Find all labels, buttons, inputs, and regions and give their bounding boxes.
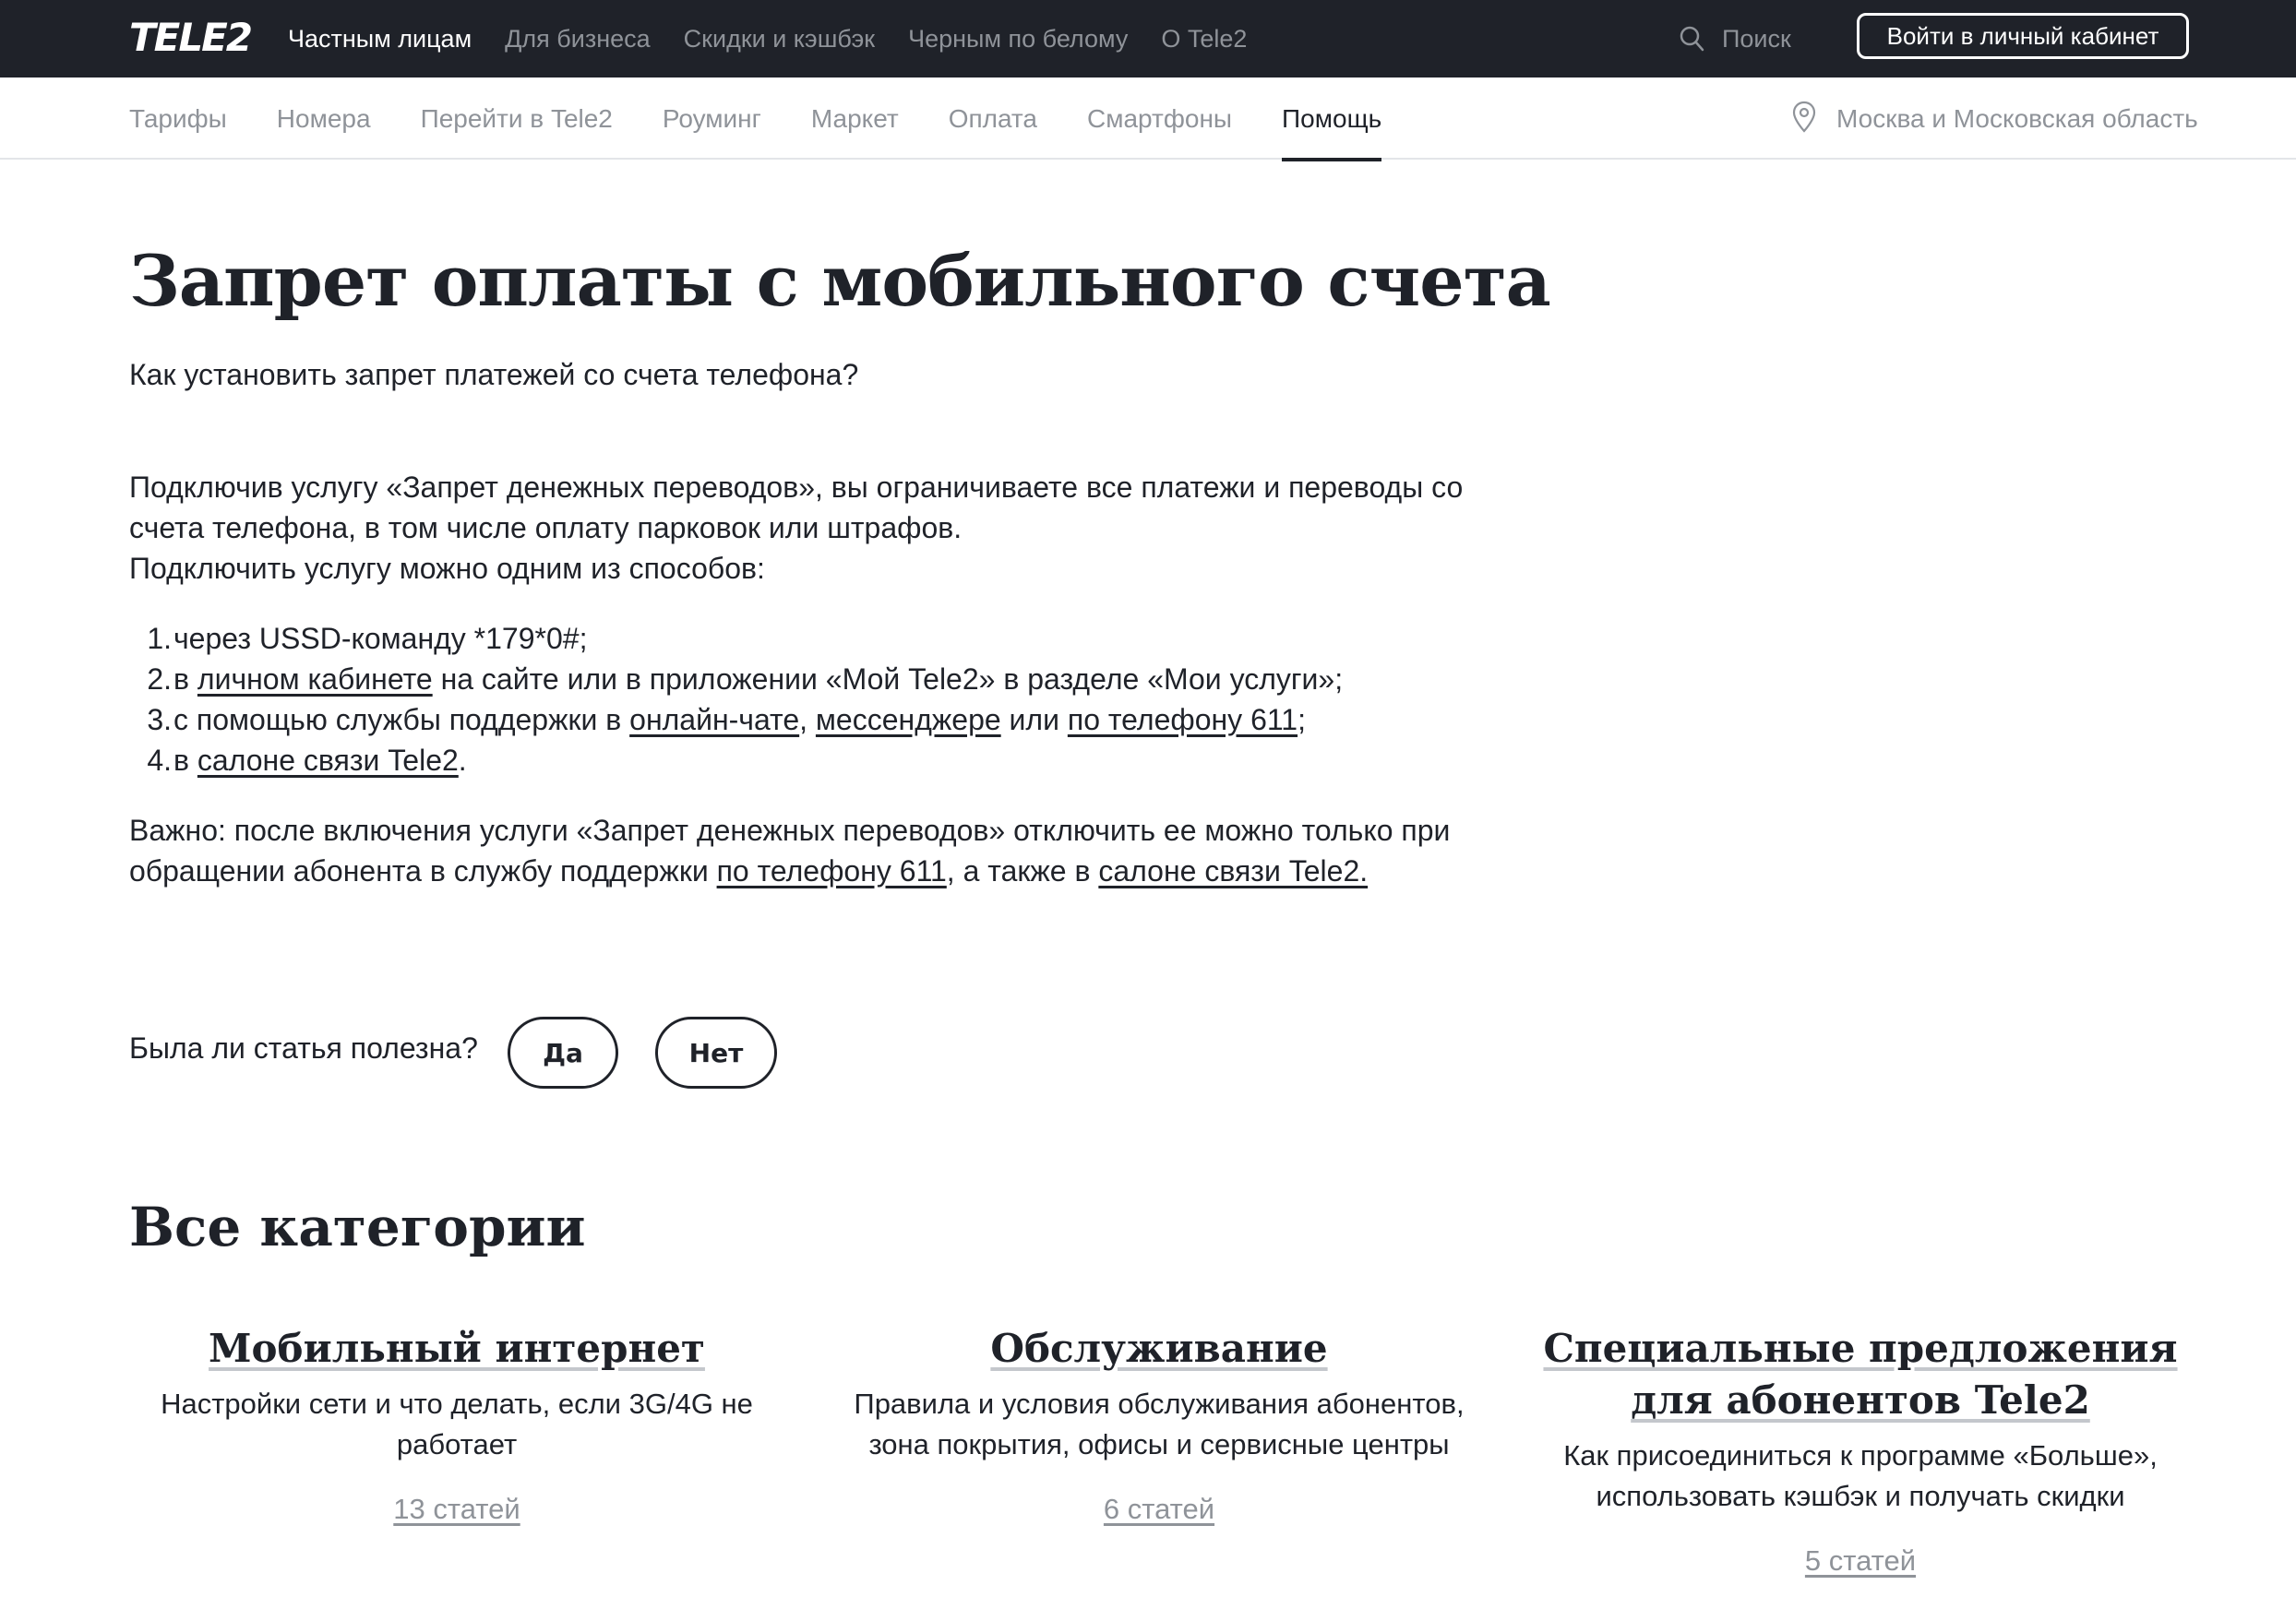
page-title: Запрет оплаты с мобильного счета (129, 240, 1551, 322)
location-pin-icon (1792, 101, 1816, 137)
subnav-help[interactable]: Помощь (1282, 77, 1382, 161)
section-nav: Тарифы Номера Перейти в Tele2 Роуминг Ма… (129, 77, 1382, 161)
step-text: , (799, 703, 816, 736)
step-text: в (173, 662, 197, 696)
list-item: 2. в личном кабинете на сайте или в прил… (129, 659, 1343, 699)
search-label: Поиск (1722, 24, 1791, 53)
step-text: в (173, 744, 197, 777)
category-description: Как присоединиться к программе «Больше»,… (1563, 1439, 2158, 1512)
step-text: на сайте или в приложении «Мой Tele2» в … (432, 662, 1344, 696)
list-number: 4. (147, 744, 172, 777)
login-button[interactable]: Войти в личный кабинет (1857, 13, 2189, 59)
phone-611-link[interactable]: по телефону 611 (717, 854, 947, 888)
list-item: 4. в салоне связи Tele2. (129, 740, 1343, 781)
methods-list: 1. через USSD-команду *179*0#; 2. в личн… (129, 618, 1343, 781)
tele2-logo[interactable]: TELE2 (129, 15, 253, 61)
category-title-link[interactable]: Мобильный интернет (125, 1323, 789, 1375)
subnav-switch-to-tele2[interactable]: Перейти в Tele2 (421, 77, 613, 160)
step-text: или (1000, 703, 1068, 736)
search-icon (1678, 25, 1705, 53)
category-title: Обслуживание (990, 1326, 1328, 1371)
article-subtitle: Как установить запрет платежей со счета … (129, 358, 859, 391)
category-title: Специальные предложения для абонентов Te… (1543, 1326, 2178, 1423)
section-nav-bar: Тарифы Номера Перейти в Tele2 Роуминг Ма… (0, 77, 2296, 161)
region-selector[interactable]: Москва и Московская область (1792, 77, 2198, 160)
region-label: Москва и Московская область (1836, 103, 2198, 133)
category-articles-count[interactable]: 13 статей (393, 1493, 520, 1526)
phone-611-link[interactable]: по телефону 611 (1068, 703, 1297, 736)
important-text: , а также в (946, 854, 1099, 888)
nav-discounts-cashback[interactable]: Скидки и кэшбэк (684, 25, 875, 54)
category-card: Специальные предложения для абонентов Te… (1528, 1323, 2193, 1578)
category-articles-count[interactable]: 6 статей (1104, 1493, 1214, 1526)
nav-private-persons[interactable]: Частным лицам (288, 25, 472, 54)
category-title: Мобильный интернет (209, 1326, 705, 1371)
step-text: с помощью службы поддержки в (173, 703, 630, 736)
category-description: Правила и условия обслуживания абонентов… (854, 1388, 1465, 1460)
tele2-store-link[interactable]: салоне связи Tele2 (197, 744, 459, 777)
step-text: ; (1297, 703, 1306, 736)
categories-title: Все категории (129, 1196, 586, 1258)
category-title-link[interactable]: Специальные предложения для абонентов Te… (1528, 1323, 2193, 1426)
list-number: 2. (147, 662, 172, 696)
subnav-market[interactable]: Маркет (811, 77, 899, 160)
nav-about-tele2[interactable]: О Tele2 (1161, 25, 1247, 54)
subnav-smartphones[interactable]: Смартфоны (1087, 77, 1232, 160)
category-description: Настройки сети и что делать, если 3G/4G … (161, 1388, 753, 1460)
list-item: 1. через USSD-команду *179*0#; (129, 618, 1343, 659)
important-note: Важно: после включения услуги «Запрет де… (129, 810, 1532, 891)
subnav-tariffs[interactable]: Тарифы (129, 77, 227, 160)
feedback-no-button[interactable]: Нет (655, 1017, 777, 1089)
subnav-payment[interactable]: Оплата (949, 77, 1037, 160)
subnav-roaming[interactable]: Роуминг (663, 77, 761, 160)
step-text: через USSD-команду *179*0#; (173, 622, 588, 655)
personal-account-link[interactable]: личном кабинете (197, 662, 433, 696)
list-item: 3. с помощью службы поддержки в онлайн-ч… (129, 699, 1343, 740)
search-button[interactable]: Поиск (1678, 0, 1791, 77)
audience-nav: Частным лицам Для бизнеса Скидки и кэшбэ… (288, 0, 1247, 77)
tele2-store-link[interactable]: салоне связи Tele2. (1098, 854, 1368, 888)
list-number: 1. (147, 622, 172, 655)
category-title-link[interactable]: Обслуживание (827, 1323, 1491, 1375)
subnav-numbers[interactable]: Номера (277, 77, 371, 160)
step-text: . (458, 744, 467, 777)
top-header: TELE2 Частным лицам Для бизнеса Скидки и… (0, 0, 2296, 77)
category-articles-count[interactable]: 5 статей (1805, 1544, 1916, 1578)
list-number: 3. (147, 703, 172, 736)
nav-business[interactable]: Для бизнеса (505, 25, 651, 54)
nav-black-on-white[interactable]: Черным по белому (908, 25, 1128, 54)
online-chat-link[interactable]: онлайн-чате (629, 703, 799, 736)
category-card: Обслуживание Правила и условия обслужива… (827, 1323, 1491, 1526)
feedback-yes-button[interactable]: Да (508, 1017, 618, 1089)
article-intro: Подключив услугу «Запрет денежных перево… (129, 467, 1532, 589)
messenger-link[interactable]: мессенджере (816, 703, 1001, 736)
intro-methods-lead: Подключить услугу можно одним из способо… (129, 552, 765, 585)
feedback-question: Была ли статья полезна? (129, 1031, 478, 1065)
category-card: Мобильный интернет Настройки сети и что … (125, 1323, 789, 1526)
intro-paragraph: Подключив услугу «Запрет денежных перево… (129, 471, 1464, 544)
